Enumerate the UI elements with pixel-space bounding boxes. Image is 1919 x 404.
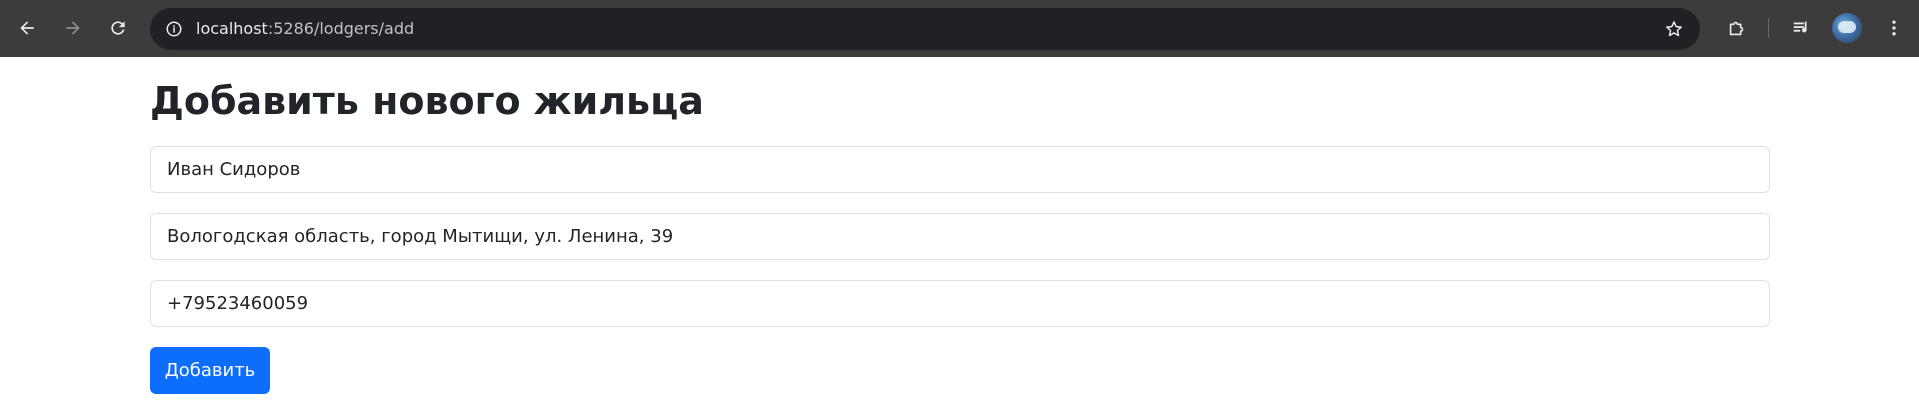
browser-toolbar: localhost:5286/lodgers/add: [0, 0, 1919, 57]
extensions-button[interactable]: [1721, 12, 1753, 44]
page-title: Добавить нового жильца: [150, 79, 704, 123]
url-path: :5286/lodgers/add: [267, 19, 415, 38]
toolbar-divider: [1768, 18, 1769, 38]
back-arrow-icon: [20, 21, 34, 35]
puzzle-icon: [1729, 21, 1744, 36]
star-icon: [1666, 21, 1682, 37]
kebab-menu-icon: [1892, 20, 1896, 36]
browser-menu-button[interactable]: [1878, 12, 1910, 44]
bookmark-button[interactable]: [1662, 17, 1686, 41]
name-input[interactable]: [150, 146, 1770, 193]
add-button[interactable]: Добавить: [150, 347, 270, 394]
forward-button[interactable]: [55, 10, 91, 46]
media-queue-button[interactable]: [1786, 12, 1818, 44]
info-icon: [166, 21, 182, 37]
site-info-button[interactable]: [160, 15, 188, 43]
forward-arrow-icon: [66, 21, 80, 35]
reload-button[interactable]: [100, 10, 136, 46]
phone-input[interactable]: [150, 280, 1770, 327]
back-button[interactable]: [9, 10, 45, 46]
url-text[interactable]: localhost:5286/lodgers/add: [196, 8, 414, 50]
address-input[interactable]: [150, 213, 1770, 260]
avatar[interactable]: [1832, 13, 1862, 43]
media-queue-icon: [1793, 21, 1807, 33]
url-host: localhost: [196, 19, 268, 38]
address-bar[interactable]: localhost:5286/lodgers/add: [150, 8, 1700, 50]
reload-icon: [111, 21, 125, 35]
